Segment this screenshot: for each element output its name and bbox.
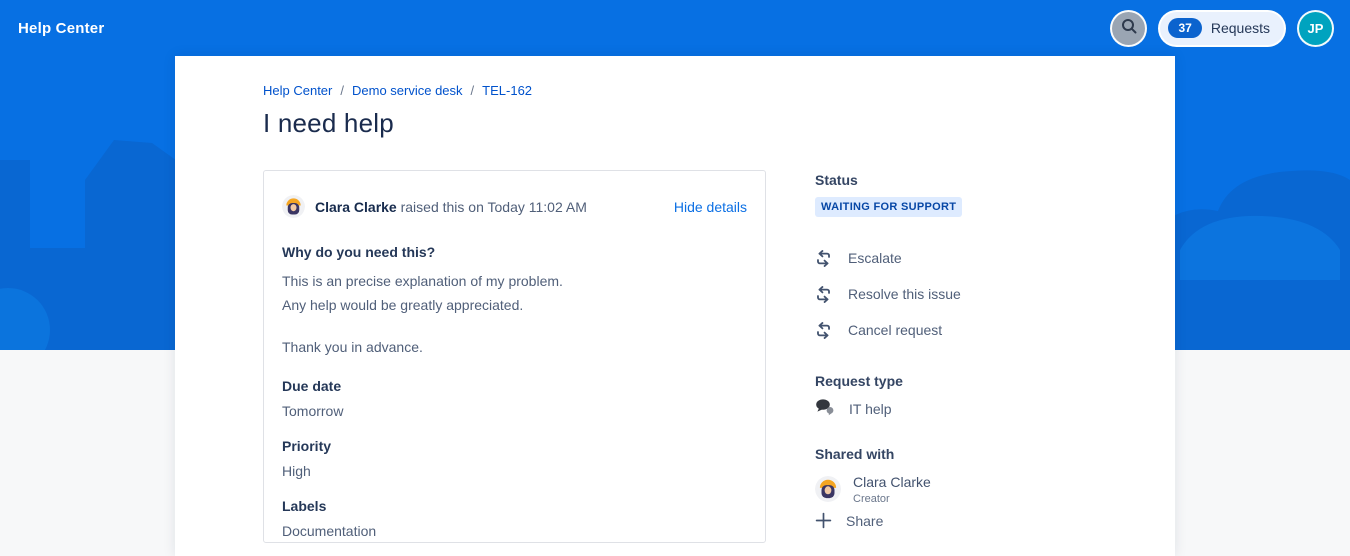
action-resolve-this-issue[interactable]: Resolve this issue [815,276,1145,312]
request-type-row: IT help [815,399,1145,419]
request-type-value: IT help [849,401,892,417]
breadcrumb-item-tel-162[interactable]: TEL-162 [482,83,532,98]
transition-icon [815,322,833,339]
requests-label: Requests [1211,20,1270,36]
action-cancel-request[interactable]: Cancel request [815,312,1145,348]
question-label: Why do you need this? [282,244,747,260]
breadcrumb-item-demo-service-desk[interactable]: Demo service desk [352,83,463,98]
transition-icon [815,286,833,303]
description-line [282,317,747,335]
search-icon [1120,17,1138,40]
hide-details-link[interactable]: Hide details [674,199,747,215]
status-label: Status [815,172,1145,188]
transition-icon [815,250,833,267]
description-line: This is an precise explanation of my pro… [282,269,747,293]
user-avatar[interactable]: JP [1297,10,1334,47]
search-button[interactable] [1110,10,1147,47]
speech-bubbles-icon [815,399,835,419]
status-badge: WAITING FOR SUPPORT [815,197,962,217]
description-line: Thank you in advance. [282,335,747,359]
breadcrumb-separator: / [340,83,344,98]
page-title: I need help [263,108,394,139]
workflow-actions: Escalate Resolve this issue [815,240,1145,348]
reporter-avatar [282,195,305,218]
request-header: Clara Clarke raised this on Today 11:02 … [282,195,747,218]
action-label: Escalate [848,250,902,266]
person-info: Clara Clarke Creator [853,474,931,505]
field-label-priority: Priority [282,438,747,454]
field-value-due-date: Tomorrow [282,403,747,419]
request-sidebar: Status WAITING FOR SUPPORT Escalate [815,172,1145,529]
description: This is an precise explanation of my pro… [282,269,747,359]
main-card: Help Center / Demo service desk / TEL-16… [175,56,1175,556]
description-line: Any help would be greatly appreciated. [282,293,747,317]
person-avatar [815,476,841,502]
raised-text: raised this on Today 11:02 AM [401,199,587,215]
action-label: Resolve this issue [848,286,961,302]
top-bar: Help Center 37 Requests JP [0,0,1350,56]
field-value-labels: Documentation [282,523,747,539]
field-label-labels: Labels [282,498,747,514]
app-title: Help Center [18,20,104,37]
action-label: Cancel request [848,322,942,338]
person-name: Clara Clarke [853,474,931,490]
field-label-due-date: Due date [282,378,747,394]
requests-button[interactable]: 37 Requests [1158,10,1286,47]
field-value-priority: High [282,463,747,479]
breadcrumb: Help Center / Demo service desk / TEL-16… [263,83,532,98]
action-escalate[interactable]: Escalate [815,240,1145,276]
breadcrumb-separator: / [471,83,475,98]
share-button[interactable]: Share [815,512,1145,529]
topbar-controls: 37 Requests JP [1110,10,1334,47]
breadcrumb-item-help-center[interactable]: Help Center [263,83,332,98]
reporter-name: Clara Clarke [315,199,397,215]
raised-by-text: Clara Clarke raised this on Today 11:02 … [315,199,587,215]
request-details-card: Clara Clarke raised this on Today 11:02 … [263,170,766,543]
requests-count-badge: 37 [1168,18,1201,38]
shared-person: Clara Clarke Creator [815,474,1145,505]
plus-icon [815,512,833,529]
shared-with-label: Shared with [815,446,1145,462]
share-label: Share [846,513,883,529]
request-type-label: Request type [815,373,1145,389]
person-role: Creator [853,493,931,505]
